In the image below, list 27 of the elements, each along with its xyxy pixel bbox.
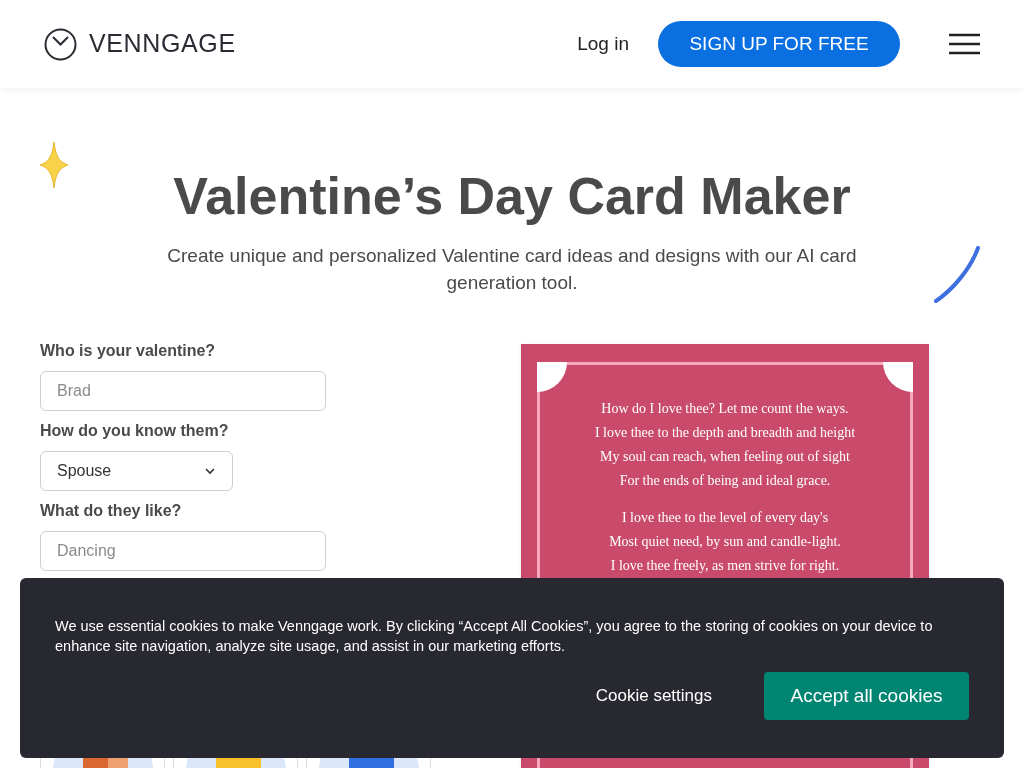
poem-line: I love thee freely, as men strive for right. — [610, 557, 840, 575]
brush-stroke-icon — [932, 245, 982, 305]
cookie-message: We use essential cookies to make Venngage work. By clicking “Accept All Cookies”, you agree to the storing of cookies on your device to enhance site navigation, analyze site usage, and assist in our marketing efforts. — [55, 617, 934, 656]
field-label: How do you know them? — [40, 421, 230, 441]
select-field[interactable]: Spouse — [40, 451, 233, 491]
chevron-down-icon — [204, 467, 216, 475]
poem-line: My soul can reach, when feeling out of sight — [600, 448, 850, 466]
brand-name: VENNGAGE — [89, 28, 236, 60]
poem-line: How do I love thee? Let me count the ways. — [601, 400, 849, 418]
cookie-settings-button[interactable]: Cookie settings — [571, 672, 736, 720]
text-field[interactable]: Brad — [40, 371, 326, 411]
menu-icon[interactable] — [949, 33, 980, 55]
logo-icon — [44, 27, 77, 61]
corner-ornament — [883, 362, 913, 392]
corner-ornament — [537, 362, 567, 392]
accept-cookies-button[interactable]: Accept all cookies — [764, 672, 969, 720]
sparkle-icon — [38, 140, 70, 190]
text-field[interactable]: Dancing — [40, 531, 326, 571]
field-label: What do they like? — [40, 501, 183, 521]
poem-line: I love thee to the level of every day's — [621, 509, 829, 527]
page-subtitle: Create unique and personalized Valentine card ideas and designs with our AI card generation tool. — [166, 244, 858, 295]
field-label: Who is your valentine? — [40, 341, 217, 361]
signup-button[interactable]: SIGN UP FOR FREE — [658, 21, 900, 67]
login-link[interactable]: Log in — [577, 29, 629, 59]
poem-line: Most quiet need, by sun and candle-light. — [609, 533, 841, 551]
poem-line: I love thee to the depth and breadth and height — [594, 424, 856, 442]
poem-line: For the ends of being and ideal grace. — [619, 472, 831, 490]
